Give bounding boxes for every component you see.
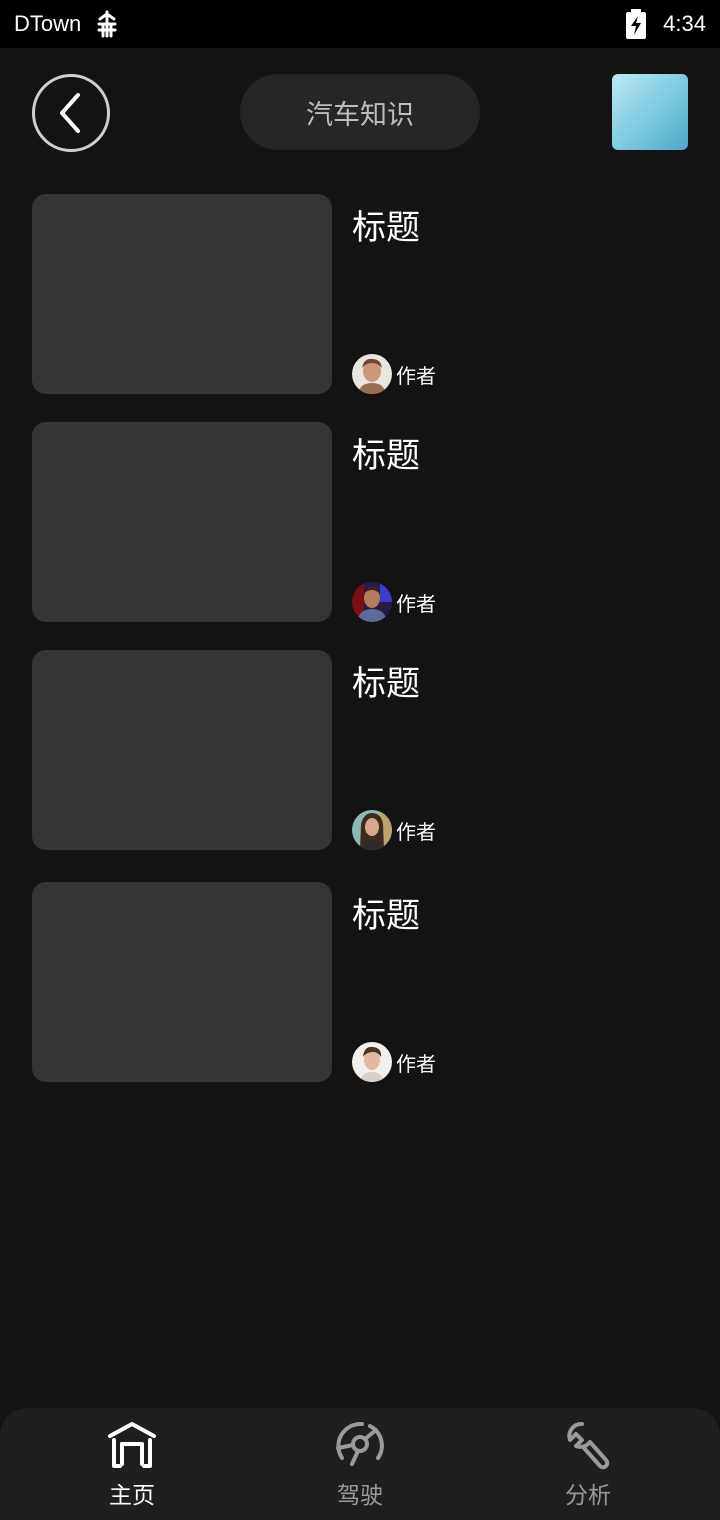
- back-button[interactable]: [32, 74, 110, 152]
- status-carrier: DTown: [14, 11, 82, 36]
- author-name: 作者: [396, 591, 436, 616]
- article-card[interactable]: 标题 作者: [32, 882, 688, 1082]
- page-title: 汽车知识: [240, 74, 480, 150]
- article-title[interactable]: 标题: [352, 428, 420, 477]
- author-name: 作者: [396, 819, 436, 844]
- author-name: 作者: [396, 363, 436, 388]
- author-avatar: [352, 1042, 392, 1082]
- article-thumbnail[interactable]: [32, 650, 332, 850]
- article-card[interactable]: 标题 作者: [32, 194, 688, 394]
- chevron-left-icon: [60, 93, 80, 133]
- nav-item-analysis[interactable]: 分析: [518, 1418, 658, 1514]
- nav-label-home: 主页: [109, 1483, 155, 1509]
- status-bar: DTown 4:34: [0, 0, 720, 48]
- wrench-icon: [567, 1422, 610, 1470]
- nav-item-drive[interactable]: 驾驶: [290, 1418, 430, 1514]
- network-signal-icon: [97, 10, 117, 38]
- article-card[interactable]: 标题 作者: [32, 422, 688, 622]
- article-thumbnail[interactable]: [32, 422, 332, 622]
- author-name: 作者: [396, 1051, 436, 1076]
- article-title[interactable]: 标题: [352, 656, 420, 705]
- status-time: 4:34: [663, 11, 706, 36]
- article-card[interactable]: 标题 作者: [32, 650, 688, 850]
- bottom-nav: 主页 驾驶 分析: [0, 1408, 720, 1520]
- steering-wheel-icon: [336, 1421, 384, 1466]
- article-thumbnail[interactable]: [32, 194, 332, 394]
- article-title[interactable]: 标题: [352, 888, 420, 937]
- author-avatar: [352, 354, 392, 394]
- profile-avatar[interactable]: [612, 74, 688, 150]
- nav-label-analysis: 分析: [565, 1483, 611, 1509]
- author-avatar: [352, 810, 392, 850]
- battery-charging-icon: [626, 9, 647, 39]
- article-thumbnail[interactable]: [32, 882, 332, 1082]
- nav-label-drive: 驾驶: [337, 1483, 383, 1509]
- nav-item-home[interactable]: 主页: [62, 1418, 202, 1514]
- home-icon: [108, 1422, 156, 1468]
- article-title[interactable]: 标题: [352, 200, 420, 249]
- author-avatar: [352, 582, 392, 622]
